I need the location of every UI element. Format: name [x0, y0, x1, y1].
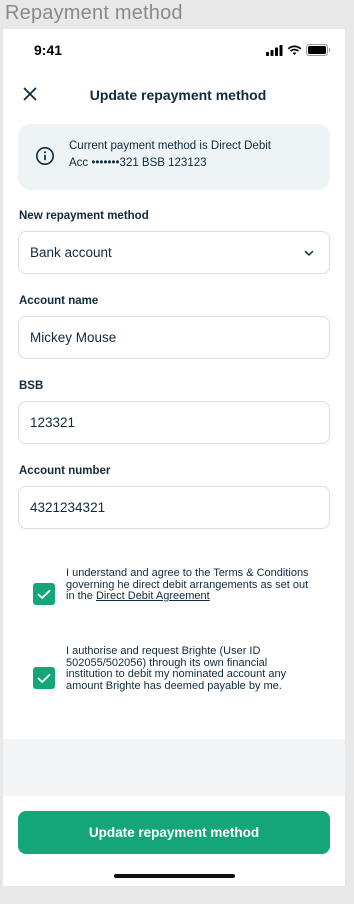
bsb-label: BSB	[19, 380, 44, 392]
header: Update repayment method	[3, 73, 345, 117]
account-name-field[interactable]: Mickey Mouse	[18, 316, 330, 359]
account-number-label: Account number	[19, 465, 111, 477]
account-name-value: Mickey Mouse	[30, 330, 117, 345]
signal-icon	[266, 44, 283, 56]
terms-checkbox[interactable]	[33, 583, 55, 605]
battery-icon	[306, 44, 331, 56]
info-icon	[36, 147, 54, 165]
check-icon	[37, 673, 51, 683]
authorise-checkbox[interactable]	[33, 667, 55, 689]
info-line-1: Current payment method is Direct Debit	[69, 140, 271, 152]
authorise-text: I authorise and request Brighte (User ID…	[66, 645, 287, 692]
home-indicator	[114, 874, 235, 878]
info-text: Current payment method is Direct Debit A…	[69, 138, 319, 172]
chevron-down-icon	[304, 250, 314, 256]
check-icon	[37, 589, 51, 599]
account-number-field[interactable]: 4321234321	[18, 486, 330, 529]
frame-title: Repayment method	[5, 2, 183, 24]
repayment-method-select[interactable]: Bank account	[18, 231, 330, 274]
status-bar: 9:41	[3, 29, 345, 73]
wifi-icon	[287, 45, 302, 55]
info-line-2: Acc •••••••321 BSB 123123	[69, 157, 207, 169]
account-name-label: Account name	[19, 295, 99, 307]
direct-debit-agreement-link[interactable]: Direct Debit Agreement	[96, 590, 210, 602]
method-value: Bank account	[30, 245, 112, 260]
current-method-info: Current payment method is Direct Debit A…	[18, 124, 330, 190]
phone-screen: 9:41 Update repayment method Current pay…	[3, 29, 345, 886]
update-repayment-method-button[interactable]: Update repayment method	[18, 811, 330, 854]
terms-text: I understand and agree to the Terms & Co…	[66, 567, 316, 603]
bsb-value: 123321	[30, 415, 76, 430]
method-label: New repayment method	[19, 210, 149, 222]
account-number-value: 4321234321	[30, 500, 106, 515]
bsb-field[interactable]: 123321	[18, 401, 330, 444]
footer-divider	[3, 739, 345, 796]
page-title: Update repayment method	[89, 87, 267, 103]
status-icons	[266, 44, 331, 56]
status-time: 9:41	[34, 42, 63, 58]
